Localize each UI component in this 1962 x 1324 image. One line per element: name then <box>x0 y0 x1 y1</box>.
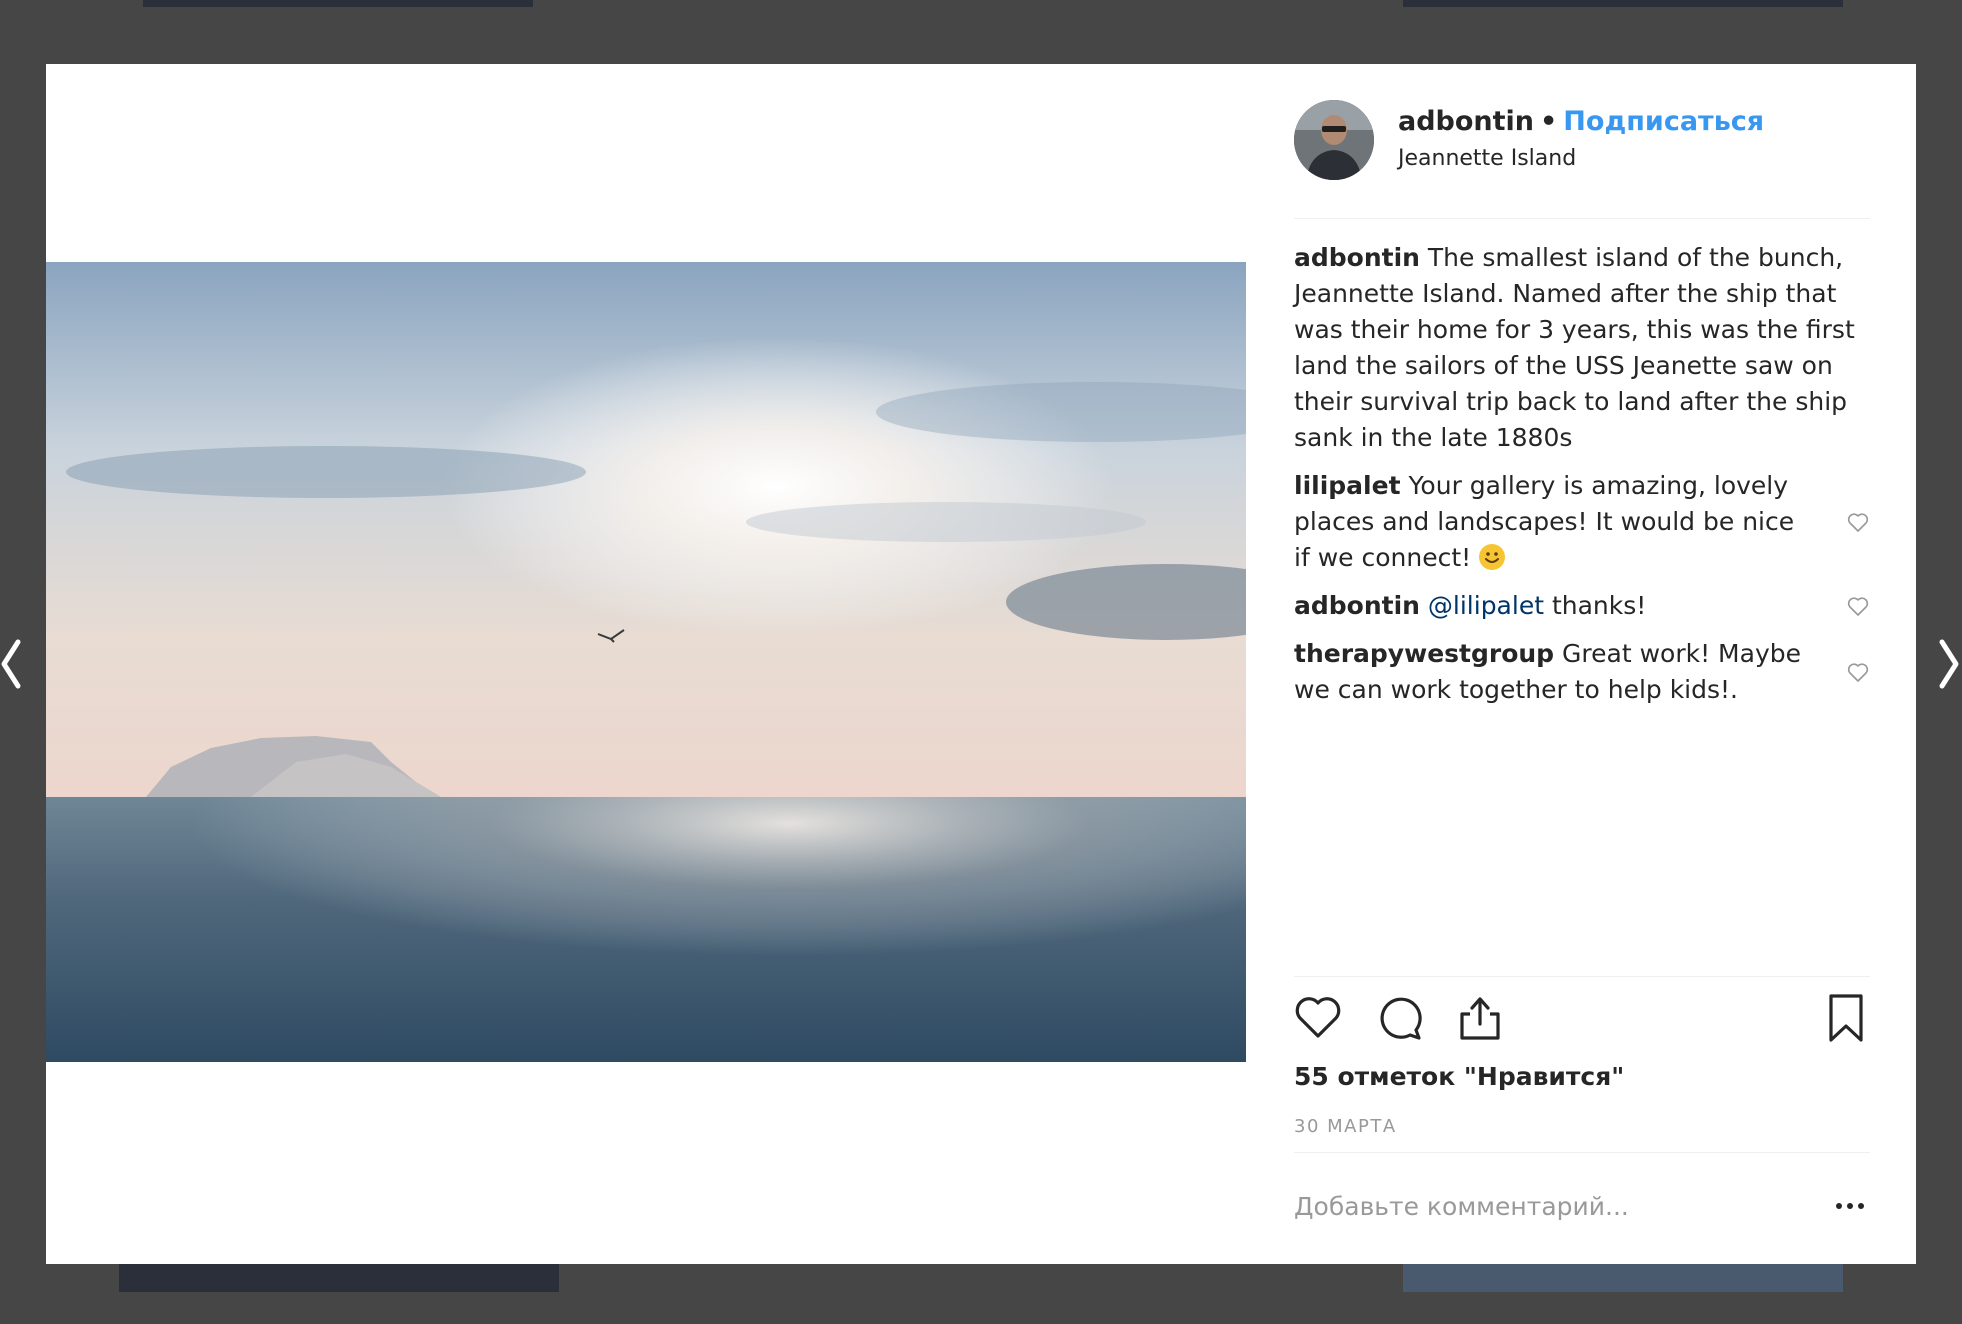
follow-button[interactable]: Подписаться <box>1563 106 1764 137</box>
chevron-right-icon <box>1939 639 1959 689</box>
background-thumbnail[interactable] <box>119 1264 559 1292</box>
post-header: adbontin • Подписаться Jeannette Island <box>1294 100 1870 180</box>
comment-username[interactable]: lilipalet <box>1294 471 1401 500</box>
comments-list: adbontin The smallest island of the bunc… <box>1294 240 1870 720</box>
comment-heart-icon[interactable] <box>1846 510 1870 534</box>
comment-text: thanks! <box>1551 591 1647 620</box>
post-caption: adbontin The smallest island of the bunc… <box>1294 240 1870 456</box>
seascape-image <box>46 262 1246 1062</box>
comment-item: therapywestgroup Great work! Maybe we ca… <box>1294 636 1870 708</box>
share-icon[interactable] <box>1454 992 1506 1044</box>
footer-divider <box>1294 1152 1870 1153</box>
comment-item: adbontin @lilipalet thanks! <box>1294 588 1870 624</box>
header-divider <box>1294 218 1870 219</box>
post-modal: adbontin • Подписаться Jeannette Island ad… <box>46 64 1916 1264</box>
post-actions <box>1294 992 1870 1048</box>
separator-dot: • <box>1540 106 1558 137</box>
post-username[interactable]: adbontin <box>1398 106 1534 137</box>
chevron-left-icon <box>1 639 21 689</box>
background-thumbnail[interactable] <box>1403 1264 1843 1292</box>
more-dots-icon[interactable] <box>1834 1194 1866 1218</box>
bookmark-icon[interactable] <box>1820 992 1872 1044</box>
post-photo[interactable] <box>46 262 1246 1062</box>
comment-item: lilipalet Your gallery is amazing, lovel… <box>1294 468 1870 576</box>
add-comment-input[interactable] <box>1294 1186 1794 1226</box>
user-avatar-icon <box>1294 100 1374 180</box>
comment-bubble-icon[interactable] <box>1374 992 1426 1044</box>
comment-mention[interactable]: @lilipalet <box>1428 591 1544 620</box>
comment-heart-icon[interactable] <box>1846 660 1870 684</box>
post-date[interactable]: 30 МАРТА <box>1294 1116 1397 1137</box>
comment-heart-icon[interactable] <box>1846 594 1870 618</box>
background-thumbnail[interactable] <box>143 0 533 7</box>
caption-username[interactable]: adbontin <box>1294 243 1420 272</box>
post-location[interactable]: Jeannette Island <box>1398 146 1576 171</box>
comment-username[interactable]: adbontin <box>1294 591 1420 620</box>
post-side-panel: adbontin • Подписаться Jeannette Island ad… <box>1294 64 1870 1264</box>
next-post-arrow[interactable] <box>1934 634 1962 694</box>
heart-icon[interactable] <box>1292 992 1344 1044</box>
caption-text: The smallest island of the bunch, Jeanne… <box>1294 243 1855 452</box>
comment-username[interactable]: therapywestgroup <box>1294 639 1554 668</box>
smile-emoji-icon <box>1479 544 1506 570</box>
likes-count[interactable]: 55 отметок "Нравится" <box>1294 1062 1624 1091</box>
header-user-line: adbontin • Подписаться <box>1398 106 1764 137</box>
actions-divider <box>1294 976 1870 977</box>
avatar[interactable] <box>1294 100 1374 180</box>
previous-post-arrow[interactable] <box>0 634 30 694</box>
background-thumbnail[interactable] <box>1403 0 1843 7</box>
